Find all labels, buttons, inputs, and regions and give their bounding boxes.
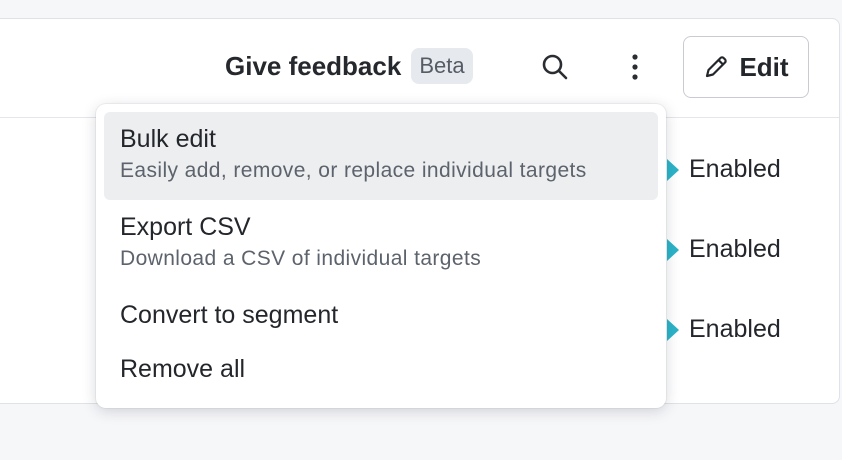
pencil-icon [706,56,728,78]
status-label: Enabled [689,235,781,263]
status-cell: Enabled [667,315,781,344]
status-label: Enabled [689,315,781,343]
beta-badge: Beta [411,48,473,84]
menu-item-description: Easily add, remove, or replace individua… [120,159,587,182]
more-options-menu: Bulk edit Easily add, remove, or replace… [96,104,666,408]
menu-item-convert-to-segment[interactable]: Convert to segment [104,288,658,344]
menu-item-title: Bulk edit [120,125,216,153]
edit-button[interactable]: Edit [683,36,809,98]
more-vertical-icon [632,54,638,80]
status-indicator-icon [667,238,679,261]
edit-label: Edit [739,51,789,82]
status-label: Enabled [689,155,781,183]
menu-item-description: Download a CSV of individual targets [120,247,482,270]
menu-item-title: Remove all [120,355,246,383]
search-button[interactable] [537,49,573,85]
search-icon [542,54,568,80]
status-cell: Enabled [667,235,781,264]
menu-item-title: Export CSV [120,213,251,241]
give-feedback-link[interactable]: Give feedback Beta [225,45,473,87]
menu-item-remove-all[interactable]: Remove all [104,344,658,400]
status-cell: Enabled [667,155,781,184]
more-options-button[interactable] [617,49,653,85]
status-indicator-icon [667,318,679,341]
status-indicator-icon [667,158,679,181]
menu-item-export-csv[interactable]: Export CSV Download a CSV of individual … [104,200,658,288]
menu-item-bulk-edit[interactable]: Bulk edit Easily add, remove, or replace… [104,112,658,200]
menu-item-title: Convert to segment [120,301,339,329]
give-feedback-label: Give feedback [225,50,402,81]
